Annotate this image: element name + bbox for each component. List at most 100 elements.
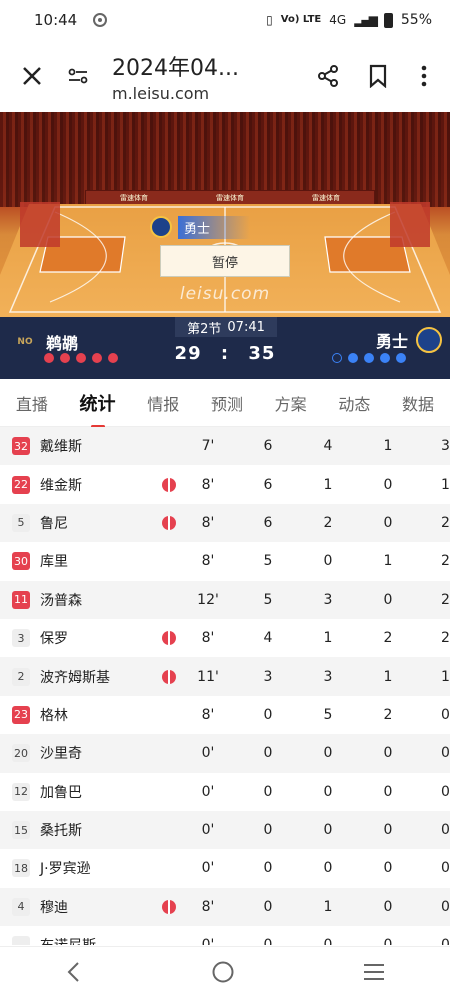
- table-row[interactable]: 20 沙里奇 0' 0 0 0 0-: [0, 734, 450, 773]
- stat-pts: 0: [248, 937, 288, 945]
- player-name: 鲁尼: [40, 515, 68, 532]
- jersey-number: [12, 936, 30, 945]
- jersey-number: 4: [12, 897, 30, 916]
- stat-pts: 6: [263, 476, 273, 493]
- stat-min: 7': [201, 438, 215, 455]
- more-menu-icon[interactable]: [408, 60, 440, 92]
- stat-reb: 1: [323, 630, 333, 647]
- possession-team-chip: 勇士: [150, 215, 251, 239]
- tab-stats[interactable]: 统计: [80, 384, 116, 428]
- player-name: 保罗: [40, 631, 68, 648]
- stat-reb: 4: [323, 438, 333, 455]
- tab-intel[interactable]: 情报: [147, 385, 179, 421]
- stat-min: 8': [201, 898, 215, 915]
- tab-prediction[interactable]: 预测: [211, 385, 243, 421]
- stat-reb: 0: [323, 745, 333, 762]
- stat-last: 2-: [441, 514, 450, 531]
- scoreboard: NO 鹈鹕 第2节 07:41 29 : 35 勇士: [0, 317, 450, 379]
- battery-level: 55%: [400, 12, 432, 28]
- tab-data[interactable]: 数据: [402, 385, 434, 421]
- stat-min: 8': [201, 553, 215, 570]
- table-row[interactable]: 32 戴维斯 7' 6 4 1 3-: [0, 427, 450, 466]
- basketball-icon: [160, 631, 178, 646]
- table-row[interactable]: 18 J·罗宾逊 0' 0 0 0 0-: [0, 849, 450, 887]
- stat-min: 0': [201, 745, 215, 762]
- site-settings-icon[interactable]: [62, 60, 94, 92]
- stat-reb: 3: [323, 668, 333, 685]
- recents-icon[interactable]: [362, 962, 386, 986]
- warriors-logo-icon: [150, 216, 172, 238]
- table-row[interactable]: 2 波齐姆斯基 11' 3 3 1 1-: [0, 657, 450, 696]
- home-icon[interactable]: [211, 960, 235, 988]
- jersey-number: 12: [12, 782, 30, 801]
- stat-last: 2-: [441, 553, 450, 570]
- stat-last: 3-: [441, 438, 450, 455]
- stat-reb: 0: [323, 783, 333, 800]
- stat-reb: 1: [323, 476, 333, 493]
- stat-reb: 3: [323, 591, 333, 608]
- table-row[interactable]: 布诺尼斯 0' 0 0 0 0-: [0, 926, 450, 945]
- stat-ast: 1: [383, 668, 393, 685]
- system-nav-bar: [0, 946, 450, 1000]
- jersey-number: 32: [12, 437, 30, 456]
- stat-reb: 0: [323, 822, 333, 839]
- stat-last: 0-: [441, 706, 450, 723]
- stat-pts: 0: [263, 822, 273, 839]
- stat-ast: 0: [383, 514, 393, 531]
- stat-ast: 1: [383, 553, 393, 570]
- stat-min: 8': [201, 630, 215, 647]
- page-title: 2024年04...: [112, 55, 239, 81]
- stat-min: 0': [201, 783, 215, 800]
- player-name: 库里: [40, 554, 68, 571]
- stat-min: 0': [201, 860, 215, 877]
- pause-event-card: 暂停: [160, 245, 290, 277]
- address-area[interactable]: 2024年04... m.leisu.com: [112, 50, 312, 103]
- stat-reb: 2: [323, 514, 333, 531]
- jersey-number: 30: [12, 552, 30, 571]
- away-timeouts: [332, 353, 406, 363]
- table-row[interactable]: 12 加鲁巴 0' 0 0 0 0-: [0, 773, 450, 811]
- jersey-number: 18: [12, 859, 30, 878]
- table-row[interactable]: 15 桑托斯 0' 0 0 0 0-: [0, 810, 450, 850]
- vibrate-icon: ▯: [266, 13, 273, 27]
- stat-reb: 0: [323, 553, 333, 570]
- tab-plans[interactable]: 方案: [275, 385, 307, 421]
- stat-pts: 5: [263, 591, 273, 608]
- status-bar: 10:44 ▯ Vo) LTE 4G ▂▄▆ 55%: [0, 0, 450, 40]
- player-name: 布诺尼斯: [40, 935, 160, 945]
- stat-ast: 0: [383, 476, 393, 493]
- share-icon[interactable]: [312, 60, 344, 92]
- table-row[interactable]: 23 格林 8' 0 5 2 0-: [0, 696, 450, 734]
- stat-ast: 0: [383, 822, 393, 839]
- stat-pts: 0: [263, 860, 273, 877]
- stat-ast: 0: [383, 783, 393, 800]
- back-icon[interactable]: [64, 961, 84, 987]
- stat-min: 11': [197, 668, 219, 685]
- player-name: 波齐姆斯基: [40, 669, 110, 686]
- player-name: 汤普森: [40, 592, 82, 609]
- table-row[interactable]: 30 库里 8' 5 0 1 2-: [0, 542, 450, 580]
- bookmark-icon[interactable]: [362, 60, 394, 92]
- network-type: 4G: [329, 13, 347, 27]
- player-name: 维金斯: [40, 477, 82, 494]
- watermark: leisu.com: [179, 284, 271, 304]
- table-row[interactable]: 3 保罗 8' 4 1 2 2-: [0, 619, 450, 657]
- stat-pts: 3: [263, 668, 273, 685]
- tab-news[interactable]: 动态: [338, 385, 370, 421]
- table-row[interactable]: 22 维金斯 8' 6 1 0 1-: [0, 465, 450, 503]
- player-name: 穆迪: [40, 899, 68, 916]
- table-row[interactable]: 4 穆迪 8' 0 1 0 0-: [0, 887, 450, 927]
- stat-last: 2-: [441, 630, 450, 647]
- table-row[interactable]: 5 鲁尼 8' 6 2 0 2-: [0, 503, 450, 543]
- content-tabs: 直播 统计 情报 预测 方案 动态 数据: [0, 379, 450, 428]
- tab-live[interactable]: 直播: [16, 385, 48, 421]
- stat-ast: 0: [383, 745, 393, 762]
- close-icon[interactable]: [16, 60, 48, 92]
- table-row[interactable]: 11 汤普森 12' 5 3 0 2-: [0, 580, 450, 619]
- period-clock: 第2节 07:41: [175, 317, 277, 337]
- stat-last: 0-: [428, 937, 450, 945]
- browser-toolbar: 2024年04... m.leisu.com: [0, 40, 450, 112]
- warriors-logo-icon: [416, 327, 442, 353]
- stat-last: 0-: [441, 745, 450, 762]
- stat-ast: 0: [383, 591, 393, 608]
